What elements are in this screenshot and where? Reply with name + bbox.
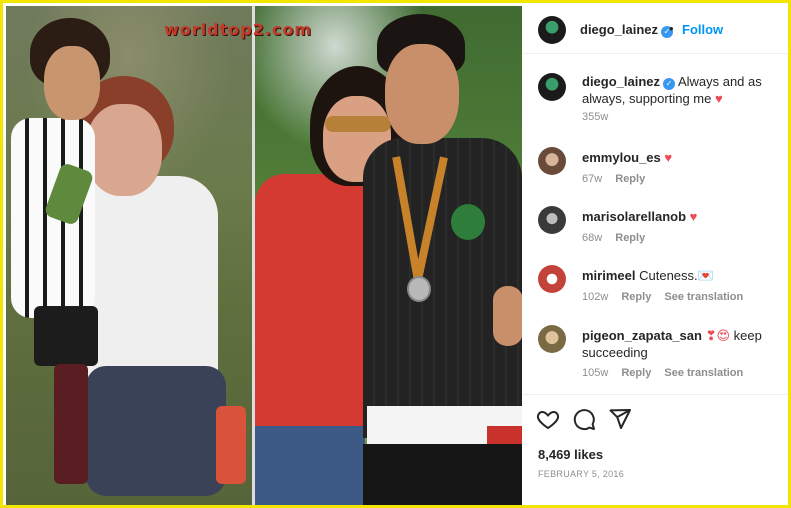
- post-side-panel: diego_lainez ✓ • Follow diego_lainez ✓ Alw…: [522, 6, 788, 505]
- avatar[interactable]: [538, 16, 566, 44]
- see-translation-button[interactable]: See translation: [664, 367, 743, 379]
- verified-icon: ✓: [663, 78, 676, 90]
- comment-time: 105w: [582, 367, 609, 379]
- separator-dot: •: [669, 21, 674, 36]
- photo-figure: [255, 426, 365, 505]
- comment-meta: 67w Reply: [582, 173, 655, 185]
- comment-username[interactable]: emmylou_es: [582, 150, 661, 165]
- avatar[interactable]: [538, 147, 566, 175]
- caption-text: diego_lainez ✓ Always and as always, supp…: [582, 73, 788, 107]
- screenshot-frame: worldtop2.com diego_lainez ✓ • Follow die…: [0, 0, 791, 508]
- photo-right-recent: [255, 6, 522, 505]
- photo-left-childhood: [6, 6, 252, 505]
- photo-object: [216, 406, 246, 484]
- reply-button[interactable]: Reply: [621, 291, 651, 303]
- heart-emoji: ♥: [664, 150, 673, 165]
- comment-username[interactable]: pigeon_zapata_san: [582, 328, 702, 343]
- heart-emoji: ♥: [714, 91, 723, 106]
- avatar[interactable]: [538, 206, 566, 234]
- reply-button[interactable]: Reply: [615, 173, 645, 185]
- medal: [407, 276, 431, 302]
- avatar[interactable]: [538, 265, 566, 293]
- see-translation-button[interactable]: See translation: [664, 291, 743, 303]
- follow-button[interactable]: Follow: [682, 22, 723, 37]
- reply-button[interactable]: Reply: [621, 367, 651, 379]
- post-header: diego_lainez ✓ • Follow: [522, 6, 788, 54]
- love-letter-emoji: 💌: [697, 268, 714, 283]
- comment-username[interactable]: mirimeel: [582, 268, 635, 283]
- photo-figure: [54, 364, 88, 484]
- heart-icon[interactable]: [536, 407, 562, 433]
- comment-time: 102w: [582, 291, 609, 303]
- caption-meta: 355w: [582, 111, 618, 123]
- post-actions: 8,469 likes FEBRUARY 5, 2016: [522, 394, 788, 505]
- comment-icon[interactable]: [572, 407, 598, 433]
- comment-text: emmylou_es ♥: [582, 149, 788, 166]
- photo-figure: [363, 444, 522, 505]
- comment-text: mirimeel Cuteness.💌: [582, 267, 788, 284]
- photo-figure: [86, 366, 226, 496]
- photo-figure: [385, 44, 459, 144]
- photo-figure: [487, 426, 522, 446]
- avatar[interactable]: [538, 325, 566, 353]
- comment-username[interactable]: marisolarellanob: [582, 209, 686, 224]
- comment-meta: 102w Reply See translation: [582, 291, 753, 303]
- post-photo: worldtop2.com: [6, 6, 522, 505]
- comment-body: Cuteness.: [639, 268, 698, 283]
- username-text[interactable]: diego_lainez: [580, 22, 658, 37]
- photo-figure: [34, 306, 98, 366]
- comment-meta: 105w Reply See translation: [582, 367, 753, 379]
- comment-time: 68w: [582, 232, 603, 244]
- photo-figure: [44, 46, 100, 120]
- avatar[interactable]: [538, 73, 566, 101]
- emoji: ❣😍: [705, 328, 731, 343]
- caption-username[interactable]: diego_lainez: [582, 74, 660, 89]
- comment-time: 67w: [582, 173, 603, 185]
- watermark: worldtop2.com: [164, 20, 313, 39]
- comment-text: pigeon_zapata_san ❣😍 keep succeeding: [582, 327, 788, 361]
- jersey-crest: [451, 204, 485, 240]
- caption-time: 355w: [582, 111, 609, 123]
- share-icon[interactable]: [608, 407, 634, 433]
- photo-object: [325, 116, 391, 132]
- like-count[interactable]: 8,469 likes: [538, 447, 603, 462]
- post-date: FEBRUARY 5, 2016: [538, 469, 625, 479]
- photo-figure: [86, 104, 162, 196]
- comment-text: marisolarellanob ♥: [582, 208, 788, 225]
- comment-meta: 68w Reply: [582, 232, 655, 244]
- reply-button[interactable]: Reply: [615, 232, 645, 244]
- post-username[interactable]: diego_lainez ✓: [580, 22, 674, 38]
- comments-list[interactable]: diego_lainez ✓ Always and as always, supp…: [522, 55, 788, 393]
- photo-figure: [493, 286, 522, 346]
- heart-emoji: ♥: [689, 209, 698, 224]
